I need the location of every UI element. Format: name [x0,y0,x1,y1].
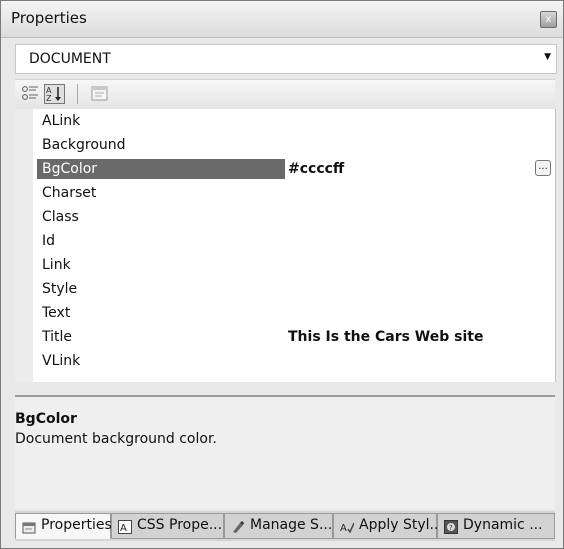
svg-text:A: A [120,523,127,534]
property-row-link[interactable]: Link [33,253,555,277]
tab-dynamic-help[interactable]: ? Dynamic ... [437,513,555,539]
property-row-bgcolor[interactable]: BgColor #ccccff... [33,157,555,181]
apply-styles-icon: A [340,520,355,534]
property-row-text[interactable]: Text [33,301,555,325]
grid-gutter [15,109,33,382]
tab-label: Manage S... [250,517,333,533]
tab-label: Dynamic ... [463,517,543,533]
property-name: Id [42,233,56,249]
object-selector[interactable]: DOCUMENT ▼ [15,44,557,74]
property-name: Charset [42,185,97,201]
tab-manage-styles[interactable]: Manage S... [224,513,333,539]
object-selector-value: DOCUMENT [29,51,111,67]
property-row-style[interactable]: Style [33,277,555,301]
property-row-charset[interactable]: Charset [33,181,555,205]
dynamic-help-icon: ? [444,520,458,534]
tab-apply-styles[interactable]: A Apply Styl.. [333,513,439,539]
property-name: Style [42,281,78,297]
tab-label: Properties [41,517,112,533]
svg-text:A: A [340,523,347,534]
property-name: VLink [42,353,81,369]
alphabetical-icon[interactable]: A Z [44,84,65,104]
property-grid: ALink Background BgColor #ccccff... Charset C… [15,109,556,382]
properties-panel: Properties x DOCUMENT ▼ A Z ALink Backgr… [0,0,564,549]
properties-icon [22,520,36,534]
tab-properties[interactable]: Properties [15,513,112,539]
property-row-id[interactable]: Id [33,229,555,253]
property-name: Background [42,137,126,153]
description-text: Document background color. [15,431,217,447]
property-row-vlink[interactable]: VLink [33,349,555,373]
tab-css-properties[interactable]: A CSS Prope... [111,513,224,539]
property-name: Text [42,305,71,321]
ellipsis-button[interactable]: ... [535,160,551,176]
css-properties-icon: A [118,520,132,534]
property-row-background[interactable]: Background [33,133,555,157]
toolbar-separator [77,84,78,104]
property-row-title[interactable]: Title This Is the Cars Web site [33,325,555,349]
tab-label: CSS Prope... [137,517,223,533]
close-button[interactable]: x [540,11,557,28]
property-row-class[interactable]: Class [33,205,555,229]
properties-toolbar: A Z [15,79,555,110]
svg-text:?: ? [449,524,453,532]
property-name: Title [42,329,73,345]
manage-styles-icon [231,520,245,534]
description-panel: BgColor Document background color. [15,395,555,509]
property-name: Class [42,209,79,225]
window-title: Properties [11,9,87,27]
categorized-icon[interactable] [21,84,42,104]
property-name: BgColor [37,159,285,179]
property-name: Link [42,257,71,273]
property-value[interactable]: This Is the Cars Web site [288,327,483,347]
panel-tabs: Properties A CSS Prope... Manage S... A Apply… [15,511,555,541]
property-row-alink[interactable]: ALink [33,109,555,133]
title-bar: Properties x [1,1,563,38]
property-value[interactable]: #ccccff [288,159,344,179]
events-icon[interactable] [89,84,110,104]
chevron-down-icon[interactable]: ▼ [544,52,551,62]
property-name: ALink [42,113,81,129]
tab-label: Apply Styl.. [359,517,439,533]
svg-text:Z: Z [46,94,52,103]
description-title: BgColor [15,411,77,427]
